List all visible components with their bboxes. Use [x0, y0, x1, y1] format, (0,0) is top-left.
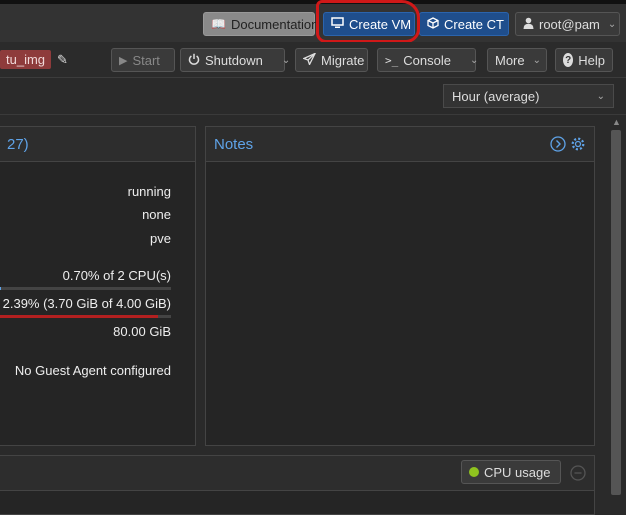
ips-value: No Guest Agent configured	[14, 363, 171, 378]
memory-usage-bar	[0, 315, 171, 318]
cpu-usage-legend[interactable]: CPU usage	[461, 460, 561, 484]
cpu-usage-bar	[0, 287, 171, 290]
vm-title: tu_img ✎	[0, 50, 68, 69]
chevron-circle-icon[interactable]	[550, 136, 566, 156]
start-button[interactable]: ▶ Start	[111, 48, 175, 72]
question-icon: ?	[563, 53, 574, 67]
create-ct-label: Create CT	[444, 16, 504, 32]
terminal-icon: >_	[385, 53, 399, 67]
notes-panel-header: Notes	[206, 127, 594, 162]
chevron-down-icon: ⌄	[607, 18, 617, 30]
status-value: running	[127, 184, 171, 199]
shutdown-label: Shutdown	[205, 52, 263, 68]
play-icon: ▶	[119, 54, 128, 67]
documentation-button[interactable]: 📖 Documentation	[203, 12, 319, 36]
console-button[interactable]: >_ Console ⌄	[377, 48, 478, 72]
help-button[interactable]: ? Help	[555, 48, 613, 72]
legend-dot-icon	[469, 467, 479, 477]
start-label: Start	[132, 52, 160, 68]
migrate-button[interactable]: Migrate	[295, 48, 368, 72]
more-label: More	[495, 52, 525, 68]
documentation-label: Documentation	[230, 16, 319, 32]
vm-toolbar: tu_img ✎ ▶ Start Shutdown ⌄ Migrate >_ C…	[0, 42, 626, 78]
status-panel: 27) running none pve 0.70% of 2 CPU(s) 2…	[0, 126, 196, 446]
user-icon	[523, 17, 534, 32]
ha-state-value: none	[142, 207, 171, 222]
collapse-circle-icon[interactable]	[570, 465, 586, 485]
bootdisk-size-value: 80.00 GiB	[113, 324, 171, 339]
user-label: root@pam	[539, 16, 600, 32]
timeframe-value: Hour (average)	[452, 88, 540, 104]
create-ct-button[interactable]: Create CT	[419, 12, 509, 36]
cpu-usage-bar-fill	[0, 287, 1, 290]
create-vm-button[interactable]: Create VM	[323, 12, 415, 36]
cpu-usage-legend-label: CPU usage	[484, 464, 551, 480]
help-label: Help	[578, 52, 605, 68]
memory-usage-value: 2.39% (3.70 GiB of 4.00 GiB)	[2, 296, 171, 311]
shutdown-button[interactable]: Shutdown ⌄	[180, 48, 290, 72]
notes-panel: Notes	[205, 126, 595, 446]
cube-icon	[427, 16, 439, 32]
migrate-label: Migrate	[321, 52, 365, 68]
scroll-up-arrow-icon[interactable]: ▲	[612, 117, 621, 127]
cpu-graph-header: CPU usage	[0, 456, 594, 491]
chevron-down-icon[interactable]: ⌄	[282, 55, 290, 66]
more-button[interactable]: More ⌄	[487, 48, 547, 72]
monitor-icon	[331, 16, 344, 32]
chevron-down-icon: ⌄	[596, 90, 605, 102]
node-value: pve	[150, 231, 171, 246]
chevron-down-icon[interactable]: ⌄	[470, 55, 478, 66]
memory-usage-bar-fill	[0, 315, 159, 318]
book-icon: 📖	[211, 17, 226, 31]
status-panel-title: 27)	[7, 135, 29, 153]
user-menu-button[interactable]: root@pam ⌄	[515, 12, 620, 36]
cpu-usage-value: 0.70% of 2 CPU(s)	[62, 268, 171, 283]
status-panel-header: 27)	[0, 127, 195, 162]
notes-title: Notes	[214, 135, 254, 153]
vm-tag[interactable]: tu_img	[0, 50, 52, 69]
scrollbar-thumb[interactable]	[611, 130, 621, 495]
timeframe-bar: Hour (average) ⌄	[0, 79, 626, 115]
create-vm-label: Create VM	[349, 16, 412, 32]
chevron-down-icon: ⌄	[532, 54, 542, 66]
paper-plane-icon	[302, 51, 317, 68]
timeframe-select[interactable]: Hour (average) ⌄	[443, 84, 614, 108]
cpu-graph-panel: CPU usage	[0, 455, 595, 515]
console-label: Console	[403, 52, 451, 68]
top-header-bar: 📖 Documentation Create VM Create CT root…	[0, 0, 626, 42]
gear-icon[interactable]	[570, 136, 586, 156]
pencil-icon[interactable]: ✎	[57, 52, 68, 68]
power-icon	[188, 53, 200, 68]
